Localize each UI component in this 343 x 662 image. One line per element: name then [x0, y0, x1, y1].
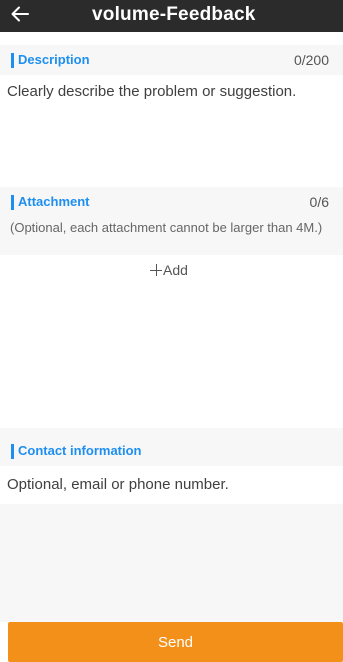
section-marker — [11, 53, 14, 68]
description-char-count: 0/200 — [293, 52, 329, 68]
page-title: volume-Feedback — [92, 4, 256, 25]
attachment-hint: (Optional, each attachment cannot be lar… — [0, 217, 343, 255]
feedback-page: volume-Feedback Description 0/200 Attach… — [0, 0, 343, 662]
add-attachment-button[interactable]: Add — [150, 262, 188, 278]
description-section-header: Description 0/200 — [0, 45, 343, 75]
attachment-section-header: Attachment 0/6 — [0, 187, 343, 217]
contact-section-header: Contact information — [0, 436, 343, 466]
contact-input[interactable] — [0, 468, 343, 504]
description-label: Description — [18, 52, 90, 67]
plus-icon — [150, 264, 162, 276]
attachment-count: 0/6 — [309, 194, 329, 210]
add-label: Add — [163, 262, 188, 278]
bottom-spacer — [0, 504, 343, 622]
section-marker — [11, 195, 14, 210]
app-header: volume-Feedback — [0, 0, 343, 32]
arrow-left-icon[interactable] — [10, 3, 30, 25]
description-input[interactable] — [0, 75, 343, 185]
section-marker — [11, 444, 14, 459]
contact-label: Contact information — [18, 443, 142, 458]
send-button[interactable]: Send — [8, 622, 343, 662]
attachment-label: Attachment — [18, 194, 90, 209]
